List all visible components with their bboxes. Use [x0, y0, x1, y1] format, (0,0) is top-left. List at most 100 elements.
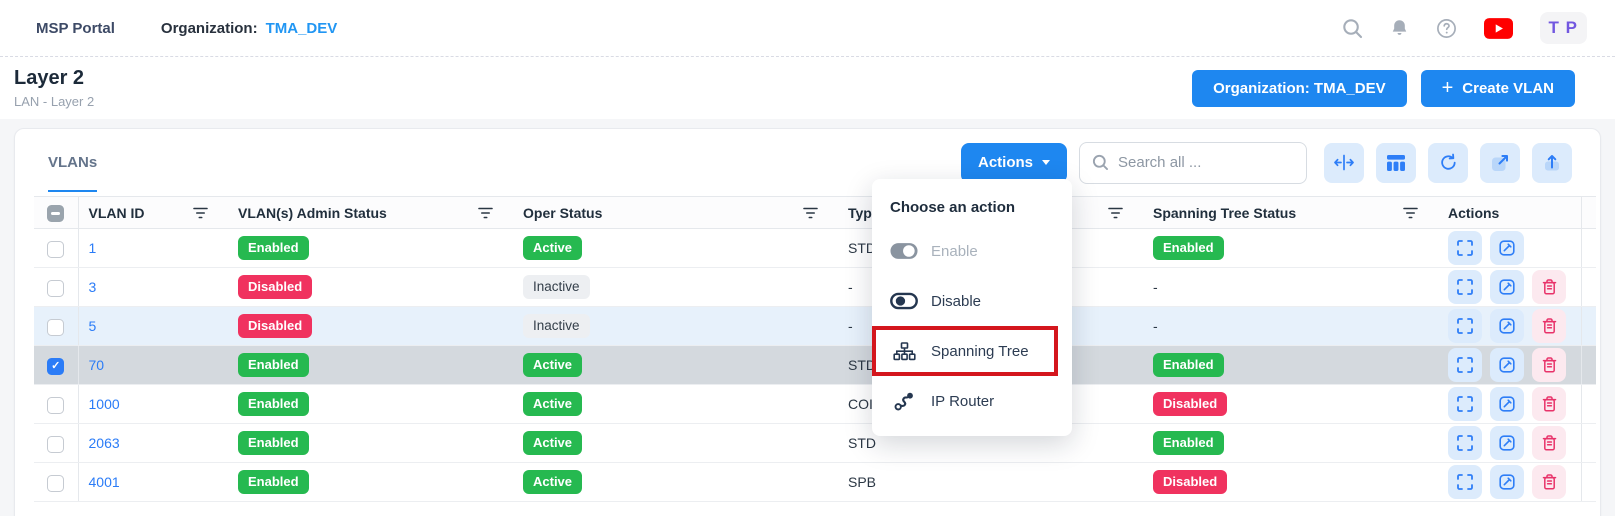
app-brand: MSP Portal: [36, 20, 115, 37]
filter-icon[interactable]: [1108, 207, 1133, 219]
filter-icon[interactable]: [803, 207, 828, 219]
vlan-id-link[interactable]: 1: [89, 240, 97, 256]
export-icon[interactable]: [1480, 143, 1520, 183]
edit-icon: [1499, 279, 1515, 295]
columns-icon[interactable]: [1376, 143, 1416, 183]
filler-header: [1581, 197, 1596, 229]
chevron-down-icon: [1042, 160, 1050, 165]
search-input[interactable]: [1118, 154, 1294, 171]
row-checkbox[interactable]: [47, 397, 64, 414]
delete-row-button[interactable]: [1532, 426, 1566, 460]
table-row: 2063 Enabled Active STD Enabled: [34, 424, 1596, 463]
dropdown-item-ip-router[interactable]: IP Router: [872, 376, 1072, 426]
edit-row-button[interactable]: [1490, 387, 1524, 421]
row-actions: [1448, 231, 1571, 265]
expand-icon: [1457, 357, 1473, 373]
row-actions: [1448, 426, 1571, 460]
expand-row-button[interactable]: [1448, 309, 1482, 343]
oper-status-badge: Active: [523, 470, 582, 494]
create-vlan-button[interactable]: + Create VLAN: [1421, 70, 1575, 107]
refresh-icon[interactable]: [1428, 143, 1468, 183]
dropdown-item-spanning-tree[interactable]: Spanning Tree: [872, 326, 1072, 376]
expand-row-button[interactable]: [1448, 270, 1482, 304]
organization-label: Organization:: [161, 20, 258, 37]
vlan-id-link[interactable]: 70: [89, 357, 105, 373]
expand-row-button[interactable]: [1448, 387, 1482, 421]
edit-icon: [1499, 240, 1515, 256]
column-header-actions: Actions: [1438, 197, 1581, 229]
expand-row-button[interactable]: [1448, 231, 1482, 265]
organization-value-link[interactable]: TMA_DEV: [266, 20, 338, 37]
vlan-id-link[interactable]: 2063: [89, 435, 120, 451]
table-row: 70 Enabled Active STD Enabled: [34, 346, 1596, 385]
actions-button[interactable]: Actions: [961, 143, 1067, 183]
tab-vlans[interactable]: VLANs: [48, 154, 97, 171]
filter-icon[interactable]: [478, 207, 503, 219]
row-checkbox[interactable]: [47, 280, 64, 297]
row-checkbox[interactable]: [47, 241, 64, 258]
toolbar: Actions: [961, 142, 1572, 184]
toggle-on-icon: [890, 242, 918, 260]
actions-dropdown-menu: Choose an action Enable Disable Spanning…: [872, 179, 1072, 436]
fit-columns-icon[interactable]: [1324, 143, 1364, 183]
spanning-tree-status-badge: Disabled: [1153, 392, 1227, 416]
row-checkbox[interactable]: [47, 319, 64, 336]
edit-row-button[interactable]: [1490, 348, 1524, 382]
admin-status-badge: Enabled: [238, 353, 309, 377]
table-row: 1000 Enabled Active COI Disabled: [34, 385, 1596, 424]
expand-icon: [1457, 279, 1473, 295]
page-header: Layer 2 LAN - Layer 2 Organization: TMA_…: [0, 57, 1615, 119]
select-all-header: [34, 197, 78, 229]
expand-row-button[interactable]: [1448, 348, 1482, 382]
column-label: Spanning Tree Status: [1153, 205, 1296, 221]
edit-icon: [1499, 435, 1515, 451]
edit-icon: [1499, 357, 1515, 373]
delete-row-button[interactable]: [1532, 465, 1566, 499]
spanning-tree-icon: [890, 342, 918, 361]
row-actions: [1448, 465, 1571, 499]
delete-row-button[interactable]: [1532, 270, 1566, 304]
delete-row-button[interactable]: [1532, 309, 1566, 343]
filter-icon[interactable]: [193, 207, 218, 219]
column-header-vlan-id: VLAN ID: [78, 197, 228, 229]
edit-row-button[interactable]: [1490, 465, 1524, 499]
vlan-id-link[interactable]: 4001: [89, 474, 120, 490]
vlan-id-link[interactable]: 3: [89, 279, 97, 295]
user-avatar[interactable]: T P: [1540, 12, 1587, 44]
row-checkbox[interactable]: [47, 436, 64, 453]
upload-icon[interactable]: [1532, 143, 1572, 183]
search-icon[interactable]: [1342, 18, 1363, 39]
search-icon: [1092, 154, 1109, 171]
expand-row-button[interactable]: [1448, 426, 1482, 460]
edit-row-button[interactable]: [1490, 231, 1524, 265]
plus-icon: +: [1442, 78, 1454, 98]
filter-icon[interactable]: [1403, 207, 1428, 219]
vlans-table: VLAN ID VLAN(s) Admin Status Oper Status…: [34, 196, 1596, 502]
table-row: 5 Disabled Inactive - -: [34, 307, 1596, 346]
trash-icon: [1542, 318, 1557, 334]
delete-row-button[interactable]: [1532, 387, 1566, 421]
trash-icon: [1542, 357, 1557, 373]
table-header-row: VLAN ID VLAN(s) Admin Status Oper Status…: [34, 197, 1596, 229]
trash-icon: [1542, 474, 1557, 490]
dropdown-item-disable[interactable]: Disable: [872, 276, 1072, 326]
edit-row-button[interactable]: [1490, 270, 1524, 304]
edit-row-button[interactable]: [1490, 309, 1524, 343]
youtube-icon[interactable]: [1484, 18, 1513, 39]
dropdown-item-enable[interactable]: Enable: [872, 226, 1072, 276]
row-checkbox[interactable]: [47, 358, 64, 375]
row-checkbox[interactable]: [47, 475, 64, 492]
delete-row-button[interactable]: [1532, 348, 1566, 382]
organization-button[interactable]: Organization: TMA_DEV: [1192, 70, 1407, 107]
help-icon[interactable]: [1436, 18, 1457, 39]
vlan-id-link[interactable]: 5: [89, 318, 97, 334]
select-all-checkbox[interactable]: [47, 205, 64, 222]
admin-status-badge: Enabled: [238, 236, 309, 260]
expand-row-button[interactable]: [1448, 465, 1482, 499]
topbar: MSP Portal Organization: TMA_DEV T P: [0, 0, 1615, 57]
ip-router-icon: [890, 391, 918, 412]
edit-row-button[interactable]: [1490, 426, 1524, 460]
bell-icon[interactable]: [1390, 18, 1409, 38]
vlans-card: VLANs Actions: [14, 128, 1601, 516]
vlan-id-link[interactable]: 1000: [89, 396, 120, 412]
